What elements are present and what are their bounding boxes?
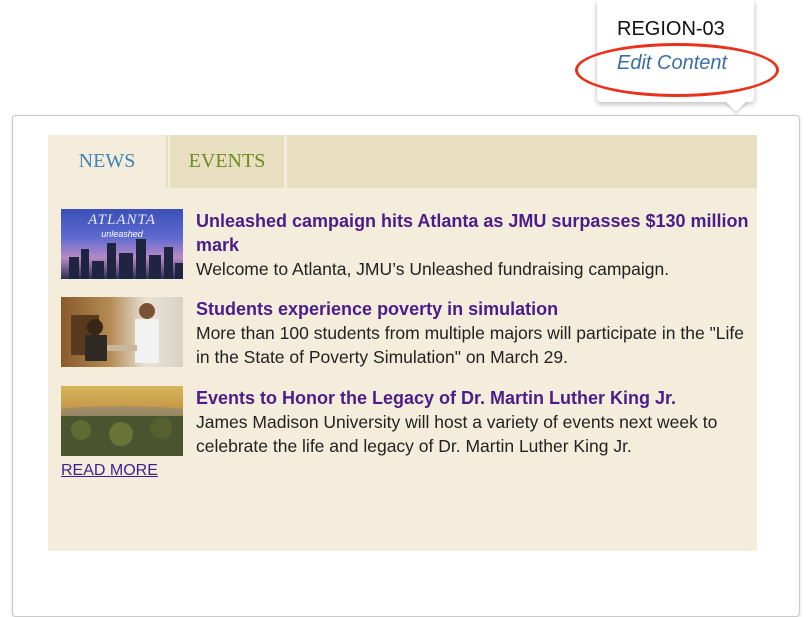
thumb-title: ATLANTA <box>88 212 156 228</box>
news-title-link[interactable]: Students experience poverty in simulatio… <box>196 297 756 321</box>
news-item-text: Events to Honor the Legacy of Dr. Martin… <box>196 386 756 458</box>
thumb-subtitle: unleashed <box>101 229 143 239</box>
news-description: More than 100 students from multiple maj… <box>196 323 744 367</box>
news-description: Welcome to Atlanta, JMU’s Unleashed fund… <box>196 259 670 279</box>
region-popup: REGION-03 Edit Content <box>597 0 754 102</box>
region-name: REGION-03 <box>617 18 725 40</box>
news-events-panel: NEWS EVENTS ATLANTA unleashed Unleashed … <box>12 115 800 617</box>
news-title-link[interactable]: Events to Honor the Legacy of Dr. Martin… <box>196 386 756 410</box>
news-item-text: Unleashed campaign hits Atlanta as JMU s… <box>196 209 756 281</box>
news-description: James Madison University will host a var… <box>196 412 718 456</box>
tab-events[interactable]: EVENTS <box>168 135 287 188</box>
panel-content: NEWS EVENTS ATLANTA unleashed Unleashed … <box>48 135 757 551</box>
news-thumbnail-mlk[interactable] <box>61 386 183 456</box>
read-more-link[interactable]: READ MORE <box>61 462 158 480</box>
poverty-photo-icon <box>71 303 159 363</box>
tab-news[interactable]: NEWS <box>48 135 166 188</box>
tab-bar: NEWS EVENTS <box>48 135 757 188</box>
campus-photo-icon <box>61 406 183 456</box>
news-item-text: Students experience poverty in simulatio… <box>196 297 756 369</box>
news-thumbnail-poverty[interactable] <box>61 297 183 367</box>
news-title-link[interactable]: Unleashed campaign hits Atlanta as JMU s… <box>196 209 756 257</box>
edit-content-link[interactable]: Edit Content <box>617 52 727 75</box>
news-thumbnail-atlanta[interactable]: ATLANTA unleashed <box>61 209 183 279</box>
